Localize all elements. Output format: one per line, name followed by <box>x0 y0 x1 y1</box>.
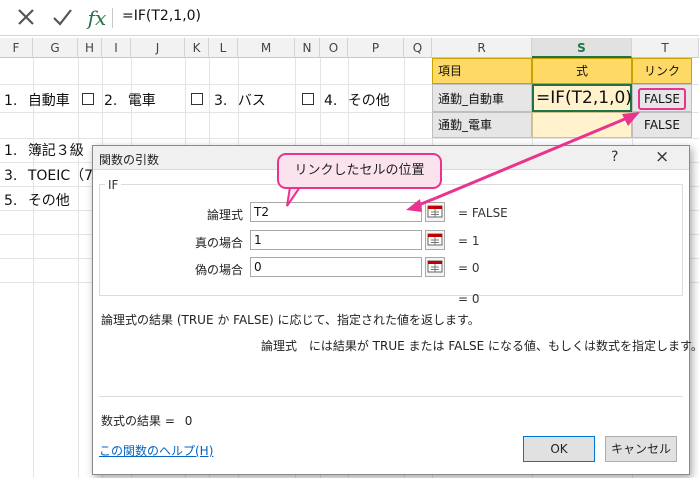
ref-select-icon[interactable] <box>425 257 445 277</box>
option-number: 2. <box>104 93 118 109</box>
option-bus: 3. バス <box>214 90 266 110</box>
option-label: その他 <box>27 193 70 209</box>
dialog-title: 関数の引数 <box>99 153 160 167</box>
check-icon[interactable] <box>50 6 74 30</box>
argument-description-text: には結果が TRUE または FALSE になる値、もしくは数式を指定します。 <box>308 339 699 353</box>
table-row1-item[interactable]: 通勤_自動車 <box>432 84 532 112</box>
table-row2-formula[interactable] <box>532 112 632 138</box>
fx-icon[interactable]: fx <box>85 6 109 30</box>
close-icon[interactable]: × <box>655 147 669 167</box>
table-row2-item[interactable]: 通勤_電車 <box>432 112 532 138</box>
function-name: IF <box>105 178 122 192</box>
arg-result-logical-test: = FALSE <box>458 206 508 220</box>
column-header-s[interactable]: S <box>532 38 632 58</box>
column-header-i[interactable]: I <box>102 38 131 58</box>
column-header-j[interactable]: J <box>131 38 185 58</box>
function-description: 論理式の結果 (TRUE か FALSE) に応じて、指定された値を返します。 <box>101 313 480 327</box>
option-other: 4. その他 <box>324 90 390 110</box>
check-icon-svg <box>53 9 72 26</box>
formula-result-label: 数式の結果 = <box>101 414 175 428</box>
option-label: 簿記３級 <box>27 143 84 159</box>
option-number: 4. <box>324 93 338 109</box>
value-if-false-input[interactable]: 0 <box>250 257 422 277</box>
value-if-true-input[interactable]: 1 <box>250 230 422 250</box>
dialog-divider <box>99 396 683 397</box>
link-cell-highlight: FALSE <box>638 88 686 110</box>
ref-select-icon-svg <box>427 205 443 218</box>
function-arguments-dialog: 関数の引数 ? × IF 論理式 T2 = FALSE 真の場合 1 = 1 偽… <box>92 145 699 475</box>
formula-bar-separator <box>112 8 113 28</box>
option-number: 5. <box>4 193 18 209</box>
checkbox-train[interactable] <box>82 93 94 105</box>
arg-result-value-if-false: = 0 <box>458 261 480 275</box>
ref-select-icon-svg <box>427 233 443 246</box>
option-number: 3. <box>214 93 228 109</box>
help-icon[interactable]: ? <box>611 149 618 165</box>
column-header-q[interactable]: Q <box>404 38 432 58</box>
column-header-m[interactable]: M <box>238 38 295 58</box>
arg-label-value-if-false: 偽の場合 <box>194 263 243 277</box>
option-number: 1. <box>4 143 18 159</box>
column-header-l[interactable]: L <box>209 38 238 58</box>
close-icon-svg <box>18 9 34 25</box>
ref-select-icon-svg <box>427 260 443 273</box>
column-header-h[interactable]: H <box>78 38 102 58</box>
arg-result-value-if-true: = 1 <box>458 234 480 248</box>
option-number: 3. <box>4 168 18 184</box>
checkbox-other[interactable] <box>302 93 314 105</box>
arg-label-value-if-true: 真の場合 <box>194 236 243 250</box>
option-number: 1. <box>4 93 18 109</box>
argument-description: 論理式 には結果が TRUE または FALSE になる値、もしくは数式を指定し… <box>261 337 699 354</box>
cancel-button[interactable]: キャンセル <box>605 436 677 462</box>
qualification-other: 5. その他 <box>4 190 70 210</box>
column-header-r[interactable]: R <box>432 38 532 58</box>
formula-input[interactable]: =IF(T2,1,0) <box>122 8 201 24</box>
column-header-p[interactable]: P <box>348 38 404 58</box>
close-icon[interactable] <box>14 6 38 30</box>
option-label: 電車 <box>127 93 156 109</box>
table-row1-link[interactable]: FALSE <box>632 84 692 112</box>
formula-result-value: 0 <box>184 414 193 428</box>
grid-line-vertical <box>33 58 34 478</box>
option-label: 自動車 <box>27 93 70 109</box>
option-label: バス <box>237 93 266 109</box>
option-label: その他 <box>347 93 390 109</box>
ref-select-icon[interactable] <box>425 230 445 250</box>
column-header-o[interactable]: O <box>320 38 348 58</box>
column-header-f[interactable]: F <box>0 38 33 58</box>
table-header-item[interactable]: 項目 <box>432 58 532 84</box>
argument-description-name: 論理式 <box>261 339 298 353</box>
qualification-boki: 1. 簿記３級 <box>4 140 84 160</box>
column-header-t[interactable]: T <box>632 38 699 58</box>
logical-test-input[interactable]: T2 <box>250 202 422 222</box>
column-header-k[interactable]: K <box>185 38 209 58</box>
option-train: 2. 電車 <box>104 90 156 110</box>
formula-bar: fx =IF(T2,1,0) <box>0 0 699 36</box>
callout-linked-cell: リンクしたセルの位置 <box>277 153 442 189</box>
overall-result: = 0 <box>458 292 480 306</box>
arg-label-logical-test: 論理式 <box>206 208 243 222</box>
formula-result: 数式の結果 = 0 <box>101 412 192 429</box>
option-car: 1. 自動車 <box>4 90 70 110</box>
table-row2-link[interactable]: FALSE <box>632 112 692 138</box>
option-label: TOEIC（70 <box>27 168 102 184</box>
ok-button[interactable]: OK <box>523 436 595 462</box>
grid-line-horizontal <box>0 138 699 139</box>
checkbox-bus[interactable] <box>191 93 203 105</box>
table-header-link[interactable]: リンク <box>632 58 692 84</box>
table-header-formula[interactable]: 式 <box>532 58 632 84</box>
grid-line-vertical <box>78 58 79 478</box>
function-help-link[interactable]: この関数のヘルプ(H) <box>99 442 213 459</box>
selected-formula-cell[interactable]: =IF(T2,1,0) <box>532 84 632 112</box>
column-header-n[interactable]: N <box>295 38 320 58</box>
ref-select-icon[interactable] <box>425 202 445 222</box>
qualification-toeic: 3. TOEIC（70 <box>4 165 102 185</box>
column-header-g[interactable]: G <box>33 38 78 58</box>
